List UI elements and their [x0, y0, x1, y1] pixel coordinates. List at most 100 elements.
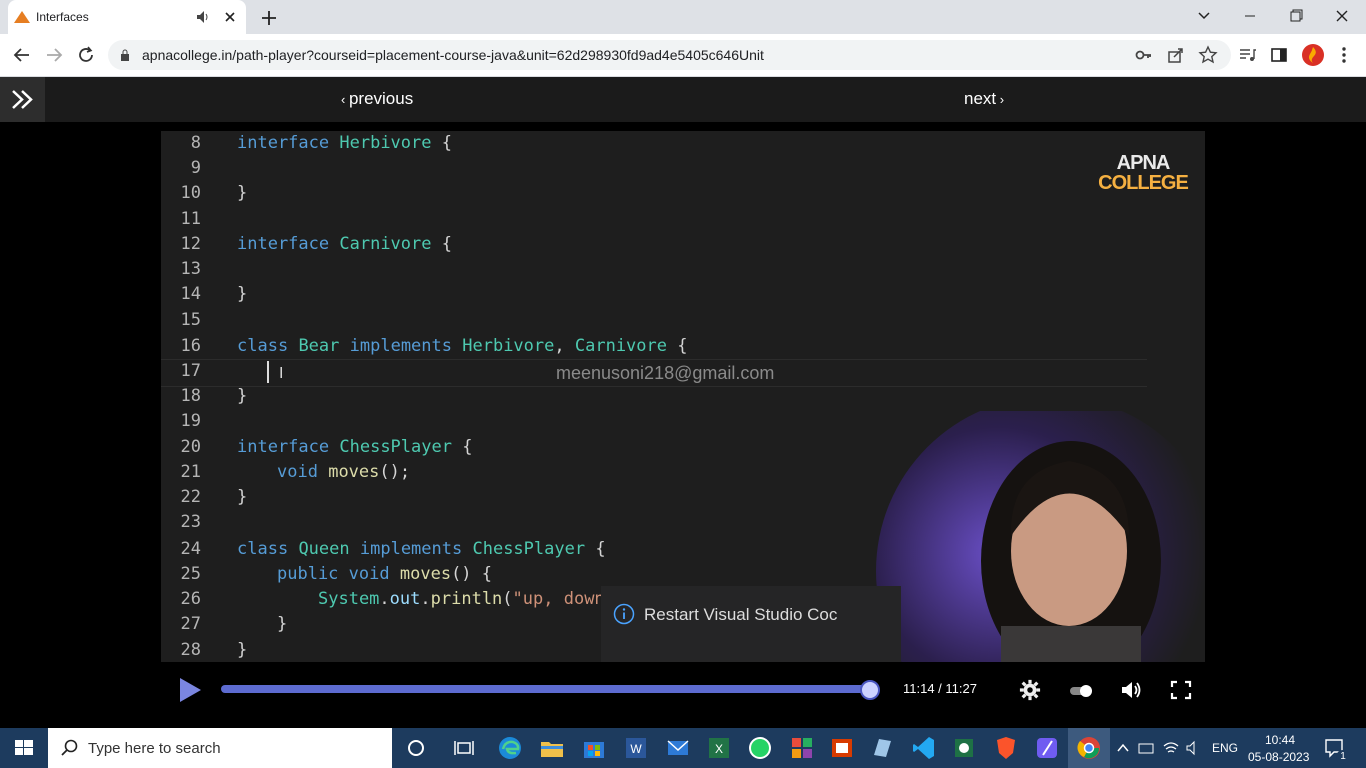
info-icon: [613, 603, 635, 625]
previous-label: previous: [348, 89, 414, 108]
profile-avatar[interactable]: [1301, 43, 1325, 67]
code-line: void moves();: [277, 462, 411, 482]
menu-kebab-icon[interactable]: [1334, 45, 1354, 65]
autoplay-toggle-icon[interactable]: [1068, 679, 1094, 701]
notification-count-badge: 1: [1336, 750, 1350, 764]
code-line: }: [277, 614, 288, 634]
line-number: 10: [180, 183, 201, 203]
video-frame[interactable]: 8 9 10 11 12 13 14 15 16 17 18 19 20 21 …: [161, 131, 1205, 662]
excel-icon[interactable]: X: [706, 735, 732, 761]
windows-start-icon[interactable]: [0, 728, 48, 768]
code-line: class Queen implements ChessPlayer {: [237, 539, 606, 559]
line-number: 23: [180, 512, 201, 532]
task-view-icon[interactable]: [451, 735, 477, 761]
fullscreen-icon[interactable]: [1169, 679, 1193, 701]
notification-text: Restart Visual Studio Coc: [644, 605, 838, 624]
notes-app-icon[interactable]: [869, 735, 895, 761]
line-number: 15: [180, 310, 201, 330]
line-number: 27: [180, 614, 201, 634]
previous-link[interactable]: ‹ previous: [341, 89, 413, 109]
new-tab-icon[interactable]: [258, 7, 280, 29]
svg-text:X: X: [715, 742, 723, 756]
line-number: 9: [190, 158, 201, 178]
line-number: 16: [180, 336, 201, 356]
line-number: 17: [180, 361, 201, 381]
input-method-icon[interactable]: [1137, 740, 1155, 756]
lock-icon[interactable]: [120, 48, 130, 62]
microsoft-store-icon[interactable]: [581, 735, 607, 761]
line-number: 18: [180, 386, 201, 406]
time-display: 11:14 / 11:27: [903, 681, 977, 696]
line-number: 20: [180, 437, 201, 457]
back-icon[interactable]: [11, 44, 33, 66]
line-number: 19: [180, 411, 201, 431]
restore-icon[interactable]: [1282, 5, 1310, 27]
line-number: 13: [180, 259, 201, 279]
reload-icon[interactable]: [75, 44, 97, 66]
cortana-icon[interactable]: [403, 735, 429, 761]
progress-bar[interactable]: [221, 685, 870, 693]
code-line: interface Carnivore {: [237, 234, 452, 254]
play-icon[interactable]: [177, 676, 203, 704]
tab-title: Interfaces: [36, 10, 89, 24]
brave-icon[interactable]: [993, 735, 1019, 761]
line-number: 24: [180, 539, 201, 559]
svg-text:W: W: [630, 742, 642, 756]
code-line: }: [237, 183, 248, 203]
text-cursor: [267, 361, 269, 383]
clock-date[interactable]: 05-08-2023: [1248, 750, 1309, 764]
line-number: 28: [180, 640, 201, 660]
code-line: }: [237, 640, 248, 660]
office-app-icon[interactable]: [829, 735, 855, 761]
chevron-left-icon: ‹: [341, 92, 349, 107]
line-number: 26: [180, 589, 201, 609]
apna-favicon-icon: [14, 11, 30, 23]
i-beam-cursor-icon: I: [279, 365, 284, 382]
chevron-up-icon[interactable]: [1116, 741, 1130, 755]
chrome-icon[interactable]: [1076, 735, 1102, 761]
search-placeholder: Type here to search: [88, 740, 221, 757]
forward-icon[interactable]: [43, 44, 65, 66]
clock-time[interactable]: 10:44: [1262, 733, 1298, 747]
app-grid-icon[interactable]: [789, 735, 815, 761]
line-number: 8: [190, 133, 201, 153]
file-explorer-icon[interactable]: [539, 735, 565, 761]
line-number: 25: [180, 564, 201, 584]
code-line: }: [237, 487, 248, 507]
email-watermark: meenusoni218@gmail.com: [556, 363, 775, 383]
progress-handle[interactable]: [860, 680, 880, 700]
key-icon[interactable]: [1134, 45, 1154, 65]
sidebar-toggle-button[interactable]: [0, 77, 45, 122]
apna-college-logo: APNA COLLEGE: [1098, 152, 1189, 194]
bookmark-star-icon[interactable]: [1198, 45, 1218, 65]
close-tab-icon[interactable]: [222, 9, 238, 25]
tab-search-chevron-icon[interactable]: [1190, 5, 1218, 27]
volume-icon[interactable]: [1120, 679, 1144, 701]
code-line: System.out.println("up, down: [318, 589, 605, 609]
excel-recovery-icon[interactable]: [951, 735, 977, 761]
next-link[interactable]: next ›: [964, 89, 1004, 109]
url-text[interactable]: apnacollege.in/path-player?courseid=plac…: [142, 47, 764, 63]
speaker-icon[interactable]: [196, 10, 210, 24]
line-number: 12: [180, 234, 201, 254]
wifi-icon[interactable]: [1162, 740, 1180, 756]
language-indicator[interactable]: ENG: [1212, 741, 1238, 755]
word-icon[interactable]: W: [623, 735, 649, 761]
share-icon[interactable]: [1166, 45, 1186, 65]
line-number: 11: [180, 209, 201, 229]
minimize-icon[interactable]: [1236, 5, 1264, 27]
volume-tray-icon[interactable]: [1185, 740, 1203, 756]
feather-app-icon[interactable]: [1034, 735, 1060, 761]
double-chevron-right-icon: [12, 90, 33, 109]
media-controls-icon[interactable]: [1237, 45, 1257, 65]
settings-gear-icon[interactable]: [1018, 679, 1042, 701]
code-line: interface Herbivore {: [237, 133, 452, 153]
edge-icon[interactable]: [497, 735, 523, 761]
close-window-icon[interactable]: [1328, 5, 1356, 27]
line-number: 14: [180, 284, 201, 304]
vscode-icon[interactable]: [911, 735, 937, 761]
whatsapp-icon[interactable]: [747, 735, 773, 761]
line-number: 21: [180, 462, 201, 482]
side-panel-icon[interactable]: [1269, 45, 1289, 65]
mail-icon[interactable]: [665, 735, 691, 761]
